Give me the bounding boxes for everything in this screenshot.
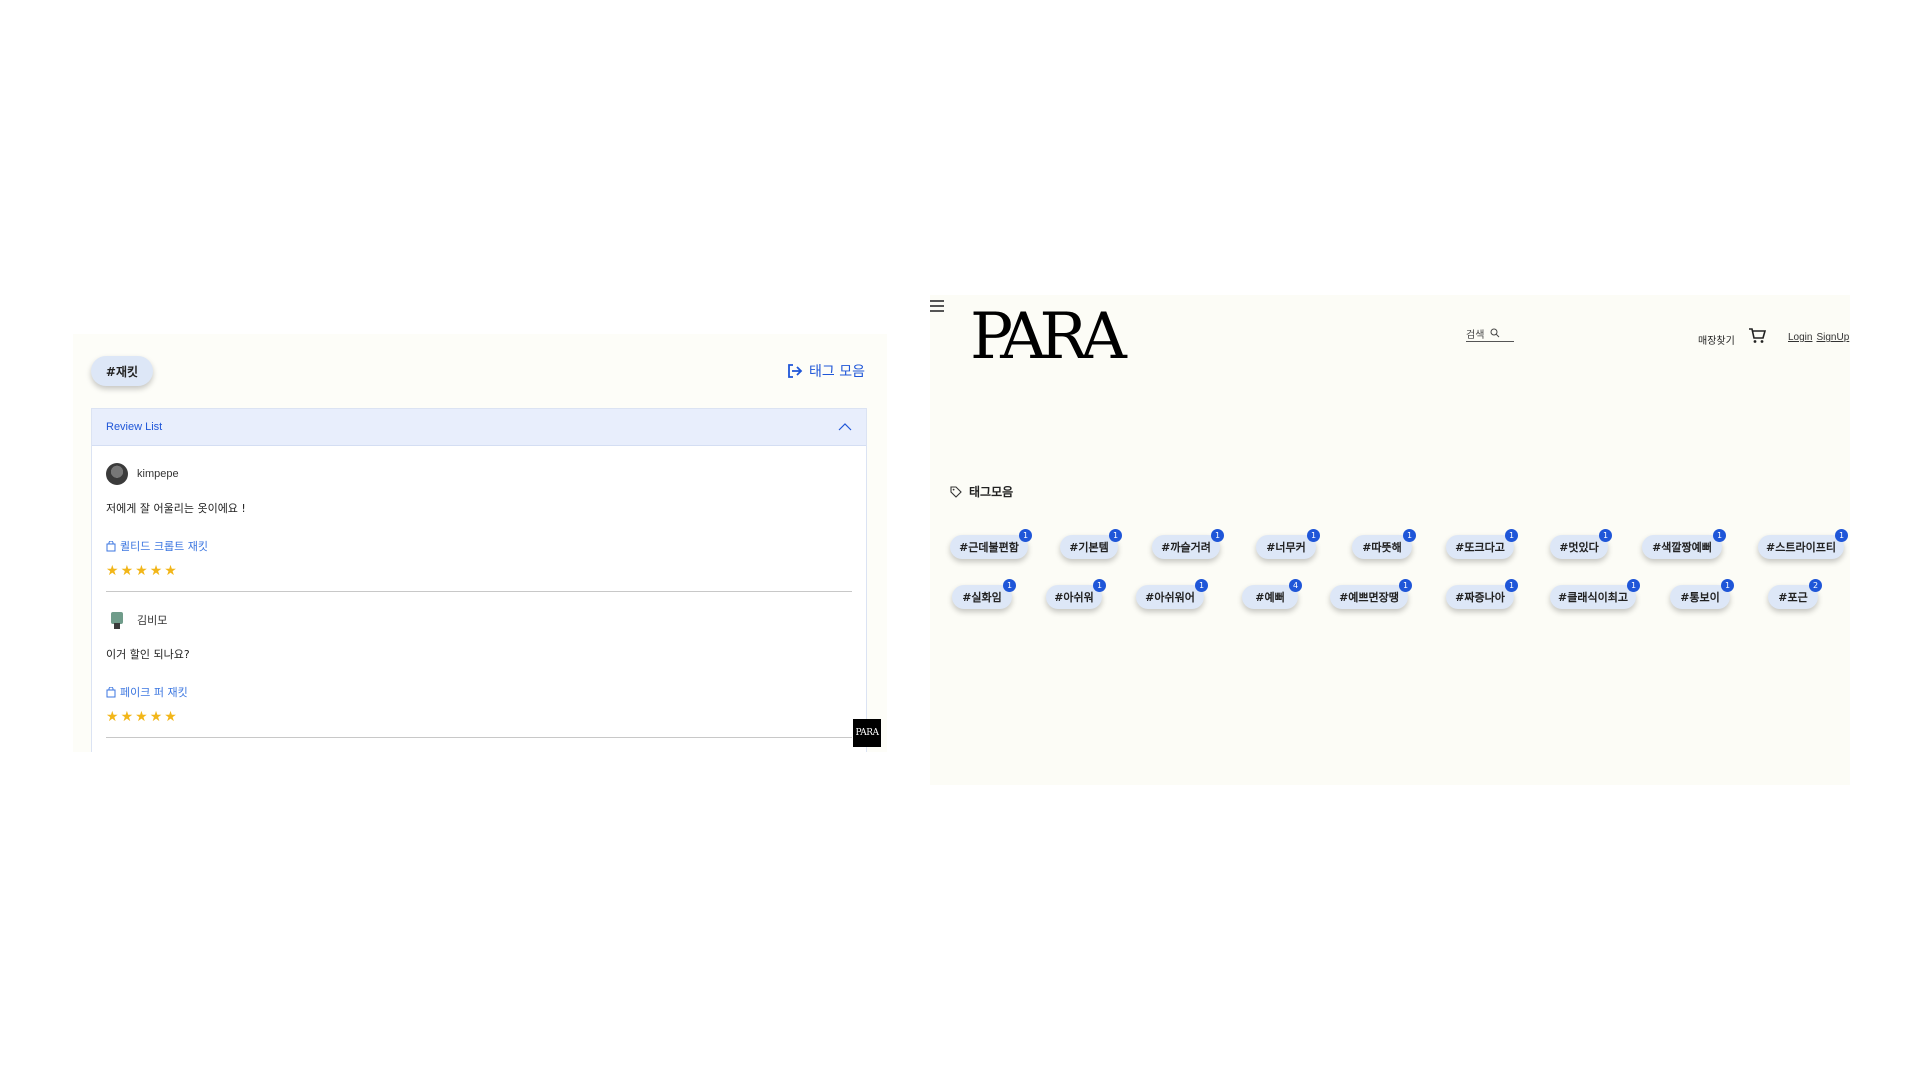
star-rating: ★ ★ ★ ★ ★	[106, 564, 177, 578]
tag-pill[interactable]: #통보이 1	[1670, 579, 1734, 609]
tag-pill[interactable]: #색깔짱예뻐 1	[1642, 529, 1726, 559]
tag-pill[interactable]: #클래식이최고 1	[1550, 579, 1640, 609]
star-icon: ★	[120, 563, 134, 579]
tag-pill[interactable]: #너무커 1	[1256, 529, 1320, 559]
star-icon: ★	[164, 709, 177, 725]
exit-arrow-icon	[788, 364, 803, 378]
tag-count-badge: 1	[1721, 579, 1734, 592]
star-icon: ★	[106, 709, 119, 725]
product-link[interactable]: 페이크 퍼 재킷	[106, 684, 188, 700]
brand-logo[interactable]: PARA	[970, 305, 1127, 369]
product-name: 퀼티드 크롭트 재킷	[120, 540, 208, 553]
tag-count-badge: 4	[1289, 579, 1302, 592]
current-tag-chip[interactable]: #재킷	[91, 356, 153, 386]
tag-count-badge: 2	[1809, 579, 1822, 592]
tag-collection-page: PARA 검색 매장찾기 Login SignUp 태그모음 #근데불편함 1 #…	[930, 295, 1850, 785]
shopping-bag-icon	[106, 686, 116, 697]
star-icon: ★	[135, 563, 148, 579]
tag-pill[interactable]: #따뜻해 1	[1352, 529, 1416, 559]
tag-pill[interactable]: #스트라이프티 1	[1758, 529, 1848, 559]
tag-count-badge: 1	[1505, 529, 1518, 542]
tag-pill[interactable]: #또크다고 1	[1446, 529, 1518, 559]
tag-count-badge: 1	[1003, 579, 1016, 592]
star-icon: ★	[149, 709, 163, 725]
star-icon: ★	[164, 563, 177, 579]
reviewer: kimpepe	[106, 463, 179, 485]
tag-pill[interactable]: #멋있다 1	[1550, 529, 1612, 559]
tag-count-badge: 1	[1403, 529, 1416, 542]
tag-pill[interactable]: #까슬거려 1	[1152, 529, 1224, 559]
tag-count-badge: 1	[1211, 529, 1224, 542]
tag-count-badge: 1	[1835, 529, 1848, 542]
tag-pill[interactable]: #근데불편함 1	[950, 529, 1032, 559]
star-icon: ★	[135, 709, 148, 725]
tag-collection-label: 태그 모음	[809, 364, 865, 380]
tag-count-badge: 1	[1093, 579, 1106, 592]
shopping-bag-icon	[106, 540, 116, 551]
review-list-title: Review List	[106, 421, 163, 433]
search-input[interactable]: 검색	[1466, 325, 1514, 342]
tag-pill[interactable]: #예뻐 4	[1242, 579, 1302, 609]
review-list-header[interactable]: Review List	[92, 409, 866, 446]
tag-count-badge: 1	[1399, 579, 1412, 592]
reviewer: 김비모	[106, 609, 167, 631]
review-list-card: Review List kimpepe 저에게 잘 어울리는 옷이에요 ! 퀼티…	[91, 408, 867, 752]
star-icon: ★	[120, 709, 134, 725]
tag-count-badge: 1	[1109, 529, 1122, 542]
tag-pill[interactable]: #아쉬워 1	[1046, 579, 1106, 609]
signup-link[interactable]: SignUp	[1816, 332, 1849, 343]
search-icon[interactable]	[1490, 328, 1500, 338]
tag-count-badge: 1	[1307, 529, 1320, 542]
tag-row: #실화임 1 #아쉬워 1 #아쉬워어 1 #예뻐 4 #예쁘면장땡 1 #짜증나아 1 #…	[950, 579, 1822, 609]
search-placeholder: 검색	[1466, 329, 1485, 341]
auth-links: Login SignUp	[1788, 332, 1849, 343]
tag-pill[interactable]: #예쁘면장땡 1	[1330, 579, 1412, 609]
product-link[interactable]: 퀼티드 크롭트 재킷	[106, 538, 208, 554]
store-locator-link[interactable]: 매장찾기	[1698, 332, 1735, 347]
tag-count-badge: 1	[1713, 529, 1726, 542]
review-item: 김비모 이거 할인 되나요? 페이크 퍼 재킷 ★ ★ ★ ★ ★	[106, 592, 852, 738]
tag-pill[interactable]: #아쉬워어 1	[1136, 579, 1208, 609]
reviewer-name: kimpepe	[137, 468, 179, 480]
tag-count-badge: 1	[1195, 579, 1208, 592]
tag-collection-link[interactable]: 태그 모음	[787, 361, 865, 381]
cart-icon[interactable]	[1748, 328, 1766, 344]
login-link[interactable]: Login	[1788, 332, 1812, 343]
product-name: 페이크 퍼 재킷	[120, 686, 188, 699]
avatar	[106, 609, 128, 631]
star-icon: ★	[106, 563, 119, 579]
review-text: 이거 할인 되나요?	[106, 648, 190, 661]
tag-collection-heading: 태그모음	[950, 483, 1013, 500]
review-text: 저에게 잘 어울리는 옷이에요 !	[106, 502, 246, 515]
tag-count-badge: 1	[1627, 579, 1640, 592]
tag-count-badge: 1	[1019, 529, 1032, 542]
star-rating: ★ ★ ★ ★ ★	[106, 710, 177, 724]
tag-icon	[950, 485, 962, 498]
brand-badge[interactable]: PARA	[853, 719, 881, 747]
tag-pill[interactable]: #실화임 1	[952, 579, 1016, 609]
tag-pill[interactable]: #기본템 1	[1060, 529, 1122, 559]
tag-pill[interactable]: #짜증나아 1	[1446, 579, 1518, 609]
tag-count-badge: 1	[1505, 579, 1518, 592]
review-item: kimpepe 저에게 잘 어울리는 옷이에요 ! 퀼티드 크롭트 재킷 ★ ★…	[106, 446, 852, 592]
tag-heading-label: 태그모음	[969, 485, 1014, 499]
star-icon: ★	[149, 563, 163, 579]
review-panel: #재킷 태그 모음 Review List kimpepe 저에게 잘 어울리는…	[73, 334, 887, 752]
hamburger-menu-icon[interactable]	[930, 300, 944, 312]
chevron-up-icon[interactable]	[838, 423, 852, 431]
reviewer-name: 김비모	[137, 615, 168, 627]
tag-row: #근데불편함 1 #기본템 1 #까슬거려 1 #너무커 1 #따뜻해 1 #또크다고 1 …	[950, 529, 1848, 559]
avatar	[106, 463, 128, 485]
tag-pill[interactable]: #포근 2	[1768, 579, 1822, 609]
tag-count-badge: 1	[1599, 529, 1612, 542]
